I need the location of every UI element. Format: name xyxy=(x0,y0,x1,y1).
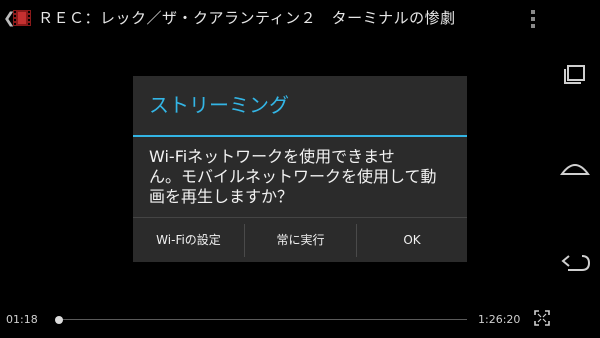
streaming-dialog: ストリーミング Wi-Fiネットワークを使用できませ ん。モバイルネットワークを… xyxy=(133,76,467,262)
dialog-message-line: 画を再生しますか？ xyxy=(149,187,294,206)
dialog-title: ストリーミング xyxy=(149,93,289,117)
dialog-title-divider xyxy=(133,135,467,137)
home-icon[interactable] xyxy=(550,148,600,188)
overflow-menu-icon[interactable] xyxy=(529,10,537,30)
dialog-message-line: Wi-Fiネットワークを使用できませ xyxy=(149,147,395,166)
fullscreen-icon[interactable] xyxy=(534,310,550,326)
total-time: 1:26:20 xyxy=(478,313,521,326)
recent-apps-icon[interactable] xyxy=(550,55,600,95)
dialog-message: Wi-Fiネットワークを使用できませ ん。モバイルネットワークを使用して動 画を… xyxy=(149,147,455,207)
video-title: ＲＥＣ：レック／ザ・クアランティン２ ターミナルの惨劇 xyxy=(38,9,456,27)
seek-thumb[interactable] xyxy=(55,316,63,324)
top-bar: ❮ ＲＥＣ：レック／ザ・クアランティン２ ターミナルの惨劇 xyxy=(0,0,550,36)
seek-bar[interactable] xyxy=(59,319,467,320)
dialog-button-bar: Wi-Fiの設定 常に実行 OK xyxy=(133,217,467,263)
wifi-settings-button[interactable]: Wi-Fiの設定 xyxy=(133,218,244,263)
dialog-message-line: ん。モバイルネットワークを使用して動 xyxy=(149,167,437,186)
ok-button[interactable]: OK xyxy=(357,218,467,263)
navigation-bar xyxy=(550,0,600,338)
back-icon[interactable] xyxy=(550,243,600,283)
always-run-button[interactable]: 常に実行 xyxy=(245,218,356,263)
film-icon[interactable] xyxy=(13,10,31,26)
current-time: 01:18 xyxy=(6,313,38,326)
